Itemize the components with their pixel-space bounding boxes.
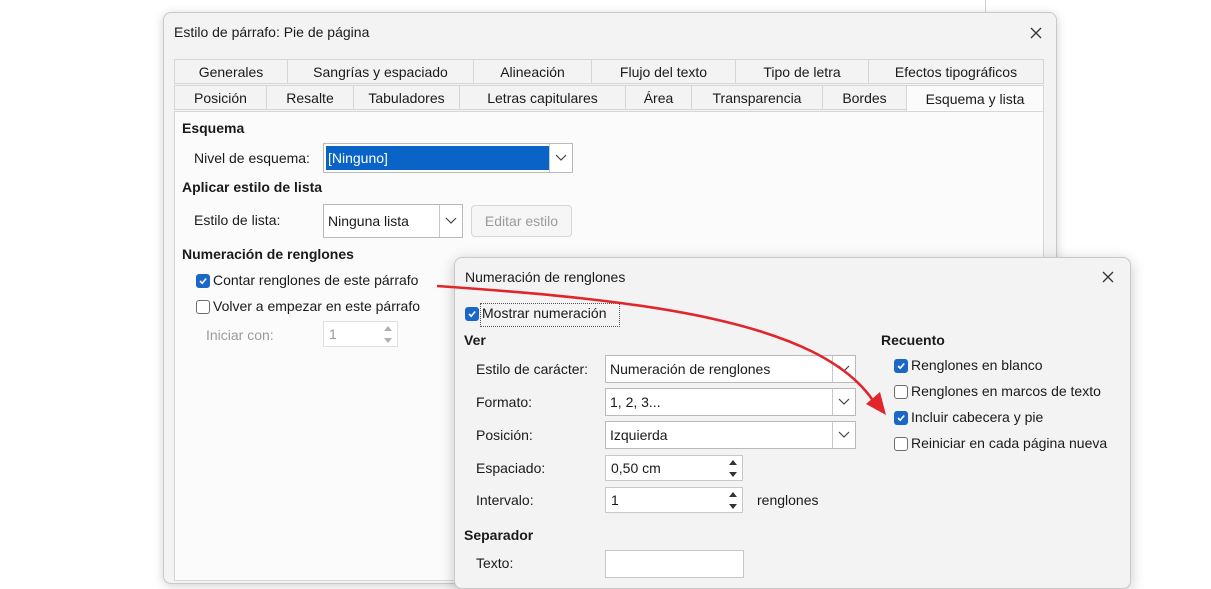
blank-lines-checkbox[interactable] (894, 359, 908, 373)
spin-up-icon[interactable] (724, 488, 742, 500)
format-label: Formato: (476, 394, 533, 410)
spin-up-icon[interactable] (724, 456, 742, 468)
tab-posicion[interactable]: Posición (174, 85, 266, 110)
tab-row-2: Posición Resalte Tabuladores Letras capi… (174, 85, 1044, 112)
count-lines-checkbox[interactable] (196, 274, 210, 288)
tab-transparencia[interactable]: Transparencia (691, 85, 822, 110)
line-numbering-heading: Numeración de renglones (182, 246, 354, 262)
outline-level-value: [Ninguno] (326, 146, 549, 170)
spacing-spinner[interactable]: 0,50 cm (605, 455, 743, 481)
tab-bordes[interactable]: Bordes (822, 85, 906, 110)
interval-label: Intervalo: (476, 492, 534, 508)
close-icon (1102, 271, 1114, 283)
tab-area[interactable]: Área (625, 85, 691, 110)
restart-checkbox[interactable] (196, 300, 210, 314)
position-label: Posición: (476, 427, 533, 443)
header-footer-checkbox[interactable] (894, 411, 908, 425)
line-numbering-dialog: Numeración de renglones Mostrar numeraci… (454, 257, 1131, 589)
chevron-down-icon (832, 422, 855, 448)
chevron-down-icon (549, 144, 572, 172)
restart-each-page-label: Reiniciar en cada página nueva (911, 435, 1108, 451)
tab-tabuladores[interactable]: Tabuladores (353, 85, 459, 110)
chevron-down-icon (832, 356, 855, 382)
format-value: 1, 2, 3... (610, 394, 661, 410)
outline-level-dropdown[interactable]: [Ninguno] (323, 143, 573, 173)
interval-value: 1 (611, 492, 619, 508)
char-style-label: Estilo de carácter: (476, 361, 589, 377)
count-heading: Recuento (881, 332, 945, 348)
tab-sangrias[interactable]: Sangrías y espaciado (287, 59, 473, 84)
spacing-value: 0,50 cm (611, 460, 661, 476)
dialog-title: Estilo de párrafo: Pie de página (174, 24, 370, 40)
separator-heading: Separador (464, 527, 534, 543)
list-style-heading: Aplicar estilo de lista (182, 179, 323, 195)
restart-each-page-checkbox[interactable] (894, 437, 908, 451)
start-with-value: 1 (329, 326, 337, 342)
tab-esquema-lista[interactable]: Esquema y lista (906, 85, 1044, 112)
spin-down-icon[interactable] (724, 468, 742, 480)
separator-text-input[interactable] (605, 550, 744, 578)
char-style-value: Numeración de renglones (610, 361, 771, 377)
spin-down-icon[interactable] (379, 334, 397, 346)
outline-level-label: Nivel de esquema: (194, 150, 310, 166)
position-value: Izquierda (610, 427, 668, 443)
dialog-title: Numeración de renglones (465, 269, 626, 285)
show-numbering-label: Mostrar numeración (482, 305, 607, 321)
text-frames-label: Renglones en marcos de texto (911, 383, 1101, 399)
start-with-label: Iniciar con: (206, 327, 274, 343)
checkmark-icon (897, 362, 905, 370)
close-icon (1030, 27, 1042, 39)
restart-label: Volver a empezar en este párrafo (213, 298, 421, 314)
tab-flujo-texto[interactable]: Flujo del texto (591, 59, 735, 84)
position-dropdown[interactable]: Izquierda (605, 421, 856, 449)
spin-up-icon[interactable] (379, 322, 397, 334)
count-lines-label: Contar renglones de este párrafo (213, 272, 419, 288)
interval-spinner[interactable]: 1 (605, 487, 743, 513)
checkmark-icon (897, 414, 905, 422)
checkmark-icon (468, 310, 476, 318)
checkmark-icon (199, 277, 207, 285)
tab-resalte[interactable]: Resalte (266, 85, 353, 110)
close-button[interactable] (1098, 267, 1118, 287)
tab-efectos[interactable]: Efectos tipográficos (868, 59, 1044, 84)
interval-unit: renglones (757, 492, 819, 508)
start-with-spinner[interactable]: 1 (323, 321, 398, 347)
char-style-dropdown[interactable]: Numeración de renglones (605, 355, 856, 383)
chevron-down-icon (832, 389, 855, 415)
separator-text-label: Texto: (476, 555, 514, 571)
outline-heading: Esquema (182, 120, 245, 136)
spacing-label: Espaciado: (476, 460, 546, 476)
list-style-dropdown[interactable]: Ninguna lista (323, 204, 463, 238)
spin-down-icon[interactable] (724, 500, 742, 512)
close-button[interactable] (1026, 23, 1046, 43)
blank-lines-label: Renglones en blanco (911, 357, 1043, 373)
header-footer-label: Incluir cabecera y pie (911, 409, 1044, 425)
text-frames-checkbox[interactable] (894, 385, 908, 399)
tab-alineacion[interactable]: Alineación (473, 59, 591, 84)
view-heading: Ver (464, 332, 486, 348)
tab-letras-capitulares[interactable]: Letras capitulares (459, 85, 625, 110)
list-style-label: Estilo de lista: (194, 212, 281, 228)
tab-row-1: Generales Sangrías y espaciado Alineació… (174, 59, 1044, 85)
edit-style-button[interactable]: Editar estilo (471, 205, 572, 237)
tab-tipo-letra[interactable]: Tipo de letra (735, 59, 868, 84)
chevron-down-icon (439, 205, 462, 237)
format-dropdown[interactable]: 1, 2, 3... (605, 388, 856, 416)
tab-generales[interactable]: Generales (174, 59, 287, 84)
list-style-value: Ninguna lista (328, 213, 409, 229)
show-numbering-checkbox[interactable] (465, 307, 479, 321)
